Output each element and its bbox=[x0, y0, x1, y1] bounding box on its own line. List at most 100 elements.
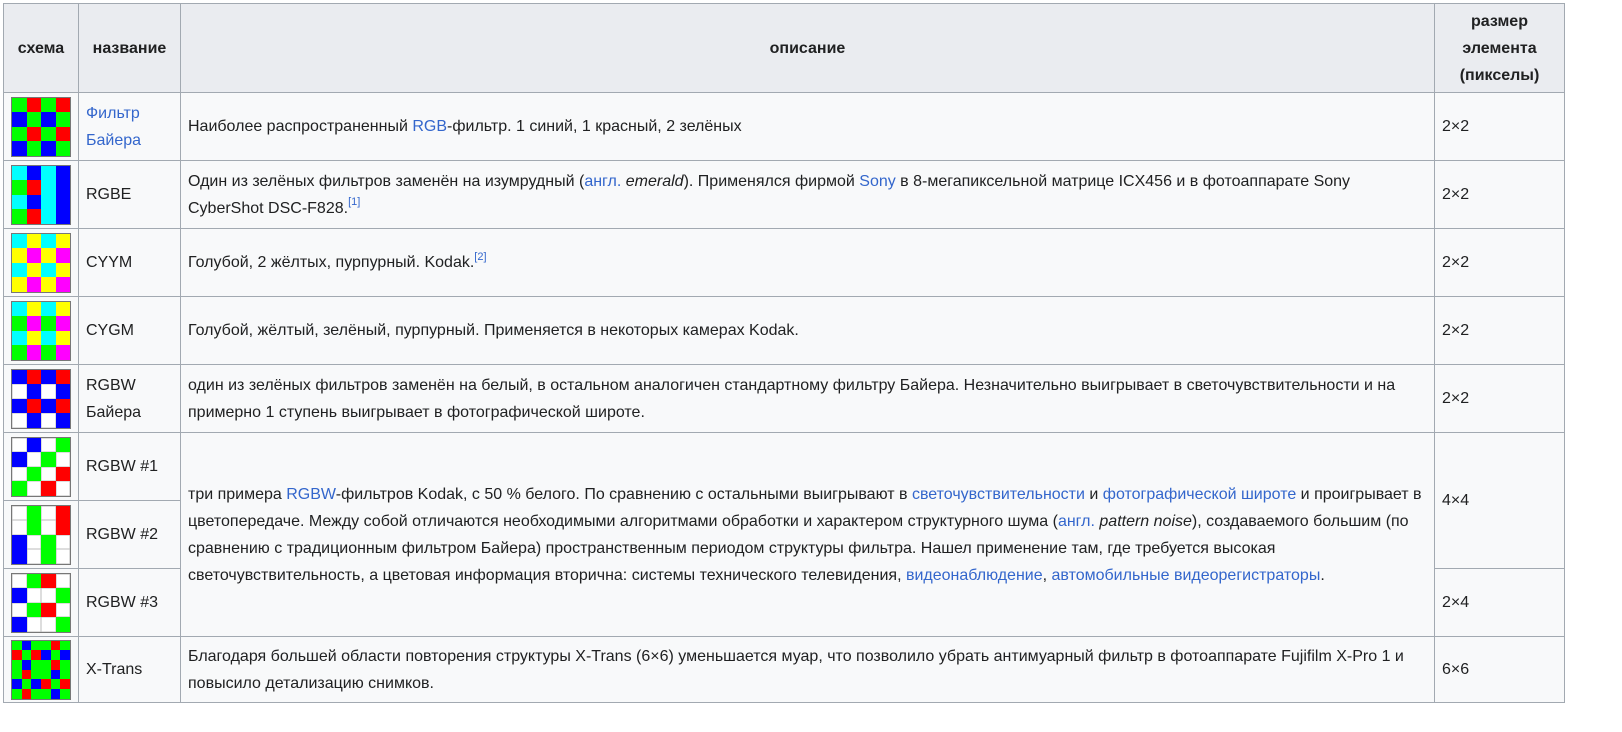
pixel-cell bbox=[55, 481, 70, 496]
description-text: Благодаря большей области повторения стр… bbox=[188, 647, 1404, 692]
description-link[interactable]: фотографической широте bbox=[1103, 486, 1296, 503]
description-text: . bbox=[1320, 566, 1325, 584]
rgbw1-pattern-image bbox=[11, 436, 71, 497]
pixel-cell bbox=[55, 466, 70, 481]
pixel-cell bbox=[21, 688, 32, 699]
pixel-cell bbox=[26, 384, 41, 399]
bayer-filter-link[interactable]: Фильтр Байера bbox=[86, 105, 141, 149]
pixel-cell bbox=[60, 659, 70, 670]
name-cell: CYYM bbox=[78, 228, 181, 297]
pixel-cell bbox=[26, 345, 41, 360]
pixel-cell bbox=[12, 398, 27, 413]
pixel-cell bbox=[41, 650, 51, 660]
pixel-cell bbox=[12, 316, 27, 331]
pixel-cell bbox=[60, 688, 70, 699]
reference-link[interactable]: [1] bbox=[348, 196, 360, 208]
pixel-cell bbox=[55, 413, 70, 428]
description-link[interactable]: автомобильные видеорегистраторы bbox=[1052, 567, 1321, 584]
scheme-cell bbox=[3, 364, 79, 433]
pixel-cell bbox=[26, 277, 41, 292]
pixel-cell bbox=[26, 248, 41, 263]
size-cell: 2×2 bbox=[1434, 364, 1565, 433]
italic-term: pattern noise bbox=[1099, 512, 1192, 530]
pixel-cell bbox=[12, 588, 27, 603]
scheme-cell bbox=[3, 92, 79, 161]
pixel-cell bbox=[41, 602, 56, 617]
pixel-cell bbox=[41, 659, 51, 670]
pixel-cell bbox=[12, 330, 27, 345]
header-row: схема название описание размер элемента … bbox=[3, 3, 1565, 93]
pixel-cell bbox=[26, 534, 41, 549]
pixel-cell bbox=[12, 345, 27, 360]
pixel-cell bbox=[26, 97, 41, 112]
pixel-cell bbox=[55, 330, 70, 345]
size-cell: 2×2 bbox=[1434, 92, 1565, 161]
pixel-cell bbox=[55, 126, 70, 141]
rgbw3-pattern-image bbox=[11, 572, 71, 633]
header-description: описание bbox=[180, 3, 1435, 93]
pixel-cell bbox=[41, 194, 56, 209]
pixel-cell bbox=[55, 437, 70, 452]
table-body: Фильтр Байера Наиболее распространенный … bbox=[3, 92, 1565, 703]
pixel-cell bbox=[12, 384, 27, 399]
pixel-cell bbox=[26, 413, 41, 428]
pixel-cell bbox=[31, 688, 41, 699]
description-link[interactable]: Sony bbox=[859, 173, 895, 190]
description-link[interactable]: светочувствительности bbox=[912, 486, 1085, 503]
pixel-cell bbox=[41, 330, 56, 345]
pixel-cell bbox=[26, 126, 41, 141]
size-cell: 4×4 bbox=[1434, 432, 1565, 569]
pixel-cell bbox=[26, 330, 41, 345]
pixel-cell bbox=[41, 112, 56, 127]
pixel-cell bbox=[41, 413, 56, 428]
pixel-cell bbox=[26, 602, 41, 617]
pixel-cell bbox=[12, 481, 27, 496]
description-link[interactable]: англ. bbox=[584, 173, 621, 190]
description-link[interactable]: англ. bbox=[1058, 513, 1095, 530]
description-cell: Наиболее распространенный RGB-фильтр. 1 … bbox=[180, 92, 1435, 161]
pixel-cell bbox=[50, 679, 61, 689]
pixel-cell bbox=[26, 180, 41, 195]
pixel-cell bbox=[41, 481, 56, 496]
pixel-cell bbox=[26, 369, 41, 384]
description-link[interactable]: RGBW bbox=[286, 486, 335, 503]
pixel-cell bbox=[41, 141, 56, 156]
pixel-cell bbox=[50, 669, 61, 680]
description-cell: Один из зелёных фильтров заменён на изум… bbox=[180, 160, 1435, 229]
pixel-cell bbox=[41, 301, 56, 316]
description-link[interactable]: RGB bbox=[412, 118, 447, 135]
pixel-cell bbox=[55, 505, 70, 520]
name-cell: X-Trans bbox=[78, 636, 181, 703]
description-cell: Голубой, 2 жёлтых, пурпурный. Kodak.[2] bbox=[180, 228, 1435, 297]
pixel-cell bbox=[55, 573, 70, 588]
pixel-cell bbox=[41, 549, 56, 564]
pixel-cell bbox=[41, 262, 56, 277]
pixel-cell bbox=[55, 180, 70, 195]
pixel-cell bbox=[55, 520, 70, 535]
reference-link[interactable]: [2] bbox=[474, 251, 486, 263]
name-cell[interactable]: Фильтр Байера bbox=[78, 92, 181, 161]
pixel-cell bbox=[26, 209, 41, 224]
pixel-cell bbox=[12, 549, 27, 564]
pixel-cell bbox=[12, 112, 27, 127]
pixel-cell bbox=[26, 505, 41, 520]
pixel-cell bbox=[12, 659, 22, 670]
pixel-cell bbox=[41, 534, 56, 549]
pixel-cell bbox=[26, 233, 41, 248]
pixel-cell bbox=[26, 617, 41, 632]
description-text: и bbox=[1084, 485, 1103, 503]
pixel-cell bbox=[12, 573, 27, 588]
pixel-cell bbox=[21, 679, 32, 689]
pixel-cell bbox=[12, 466, 27, 481]
pixel-cell bbox=[55, 316, 70, 331]
pixel-cell bbox=[55, 345, 70, 360]
pixel-cell bbox=[55, 248, 70, 263]
table-row: CYGM Голубой, жёлтый, зелёный, пурпурный… bbox=[3, 296, 1565, 365]
name-cell: RGBW Байера bbox=[78, 364, 181, 433]
description-link[interactable]: видеонаблюдение bbox=[906, 567, 1043, 584]
pixel-cell bbox=[31, 640, 41, 651]
description-text: три примера bbox=[188, 485, 287, 503]
pixel-cell bbox=[12, 679, 22, 689]
description-text: один из зелёных фильтров заменён на белы… bbox=[188, 376, 1396, 421]
pixel-cell bbox=[31, 659, 41, 670]
